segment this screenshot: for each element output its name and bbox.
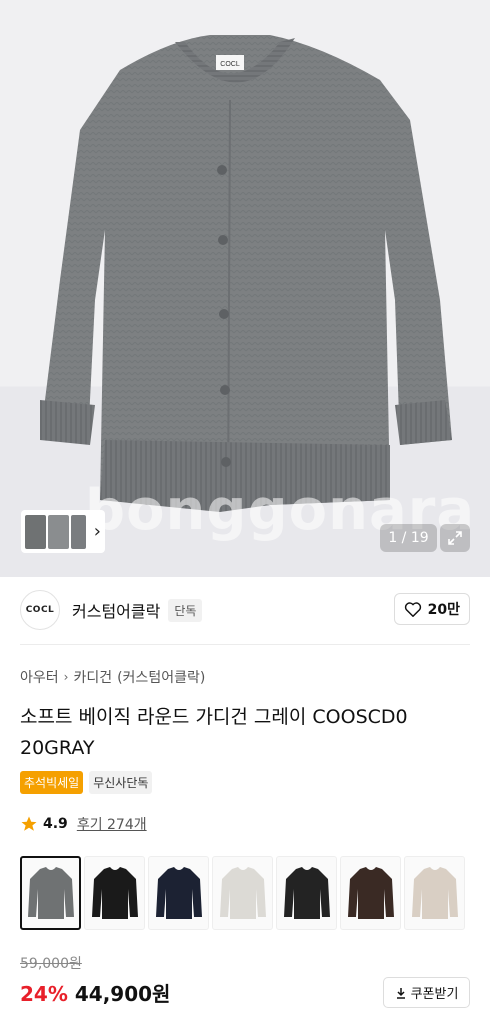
expand-icon[interactable]: [440, 524, 470, 552]
coupon-button[interactable]: 쿠폰받기: [383, 977, 470, 1008]
chevron-right-icon[interactable]: ›: [94, 521, 101, 542]
brand-row: COCL 커스텀어클락 단독 20만: [20, 588, 470, 632]
breadcrumb-item-cardigan[interactable]: 카디건: [73, 667, 112, 687]
coupon-label: 쿠폰받기: [410, 987, 459, 1002]
reviews-link[interactable]: 후기 274개: [77, 814, 147, 834]
like-count: 20만: [427, 602, 460, 618]
rating-row: 4.9 후기 274개: [20, 814, 147, 834]
download-icon: [396, 987, 405, 999]
divider: [20, 644, 470, 645]
rating-score: 4.9: [43, 816, 68, 832]
thumbnail-3[interactable]: [70, 514, 86, 549]
color-options: [20, 856, 465, 930]
thumbnail-1[interactable]: [25, 514, 46, 549]
color-swatch-5[interactable]: [276, 856, 337, 930]
thumbnail-2[interactable]: [47, 514, 69, 549]
product-title: 소프트 베이직 라운드 가디건 그레이 COOSCD0 20GRAY: [20, 706, 408, 759]
star-icon: [21, 816, 37, 831]
breadcrumb-item-brand[interactable]: (커스텀어클락): [117, 667, 205, 687]
exclusive-badge: 무신사단독: [89, 771, 153, 794]
sale-price: 44,900원: [74, 982, 171, 1006]
breadcrumb: 아우터 › 카디건 (커스텀어클락): [20, 667, 205, 687]
original-price: 59,000원: [20, 956, 82, 972]
breadcrumb-item-outer[interactable]: 아우터: [20, 667, 59, 687]
brand-logo[interactable]: COCL: [20, 590, 60, 630]
sale-badge: 추석빅세일: [20, 771, 84, 794]
heart-icon: [404, 602, 421, 617]
badge-row: 추석빅세일 무신사단독: [20, 771, 153, 794]
color-swatch-1[interactable]: [20, 856, 81, 930]
like-button[interactable]: 20만: [393, 593, 470, 625]
color-swatch-3[interactable]: [148, 856, 209, 930]
product-image-viewer[interactable]: COCL bonggonara › 1 / 19: [0, 0, 490, 577]
discount-rate: 24%: [20, 982, 68, 1006]
color-swatch-4[interactable]: [212, 856, 273, 930]
brand-name[interactable]: 커스텀어클락: [72, 598, 160, 622]
color-swatch-6[interactable]: [340, 856, 401, 930]
image-counter: 1 / 19: [380, 524, 437, 552]
color-swatch-7[interactable]: [404, 856, 465, 930]
price-row: 24% 44,900원: [20, 978, 170, 1007]
exclusive-tag: 단독: [168, 598, 203, 622]
chevron-right-icon: ›: [63, 670, 69, 684]
image-thumbnail-strip[interactable]: ›: [21, 510, 105, 553]
color-swatch-2[interactable]: [84, 856, 145, 930]
svg-text:COCL: COCL: [220, 61, 240, 68]
